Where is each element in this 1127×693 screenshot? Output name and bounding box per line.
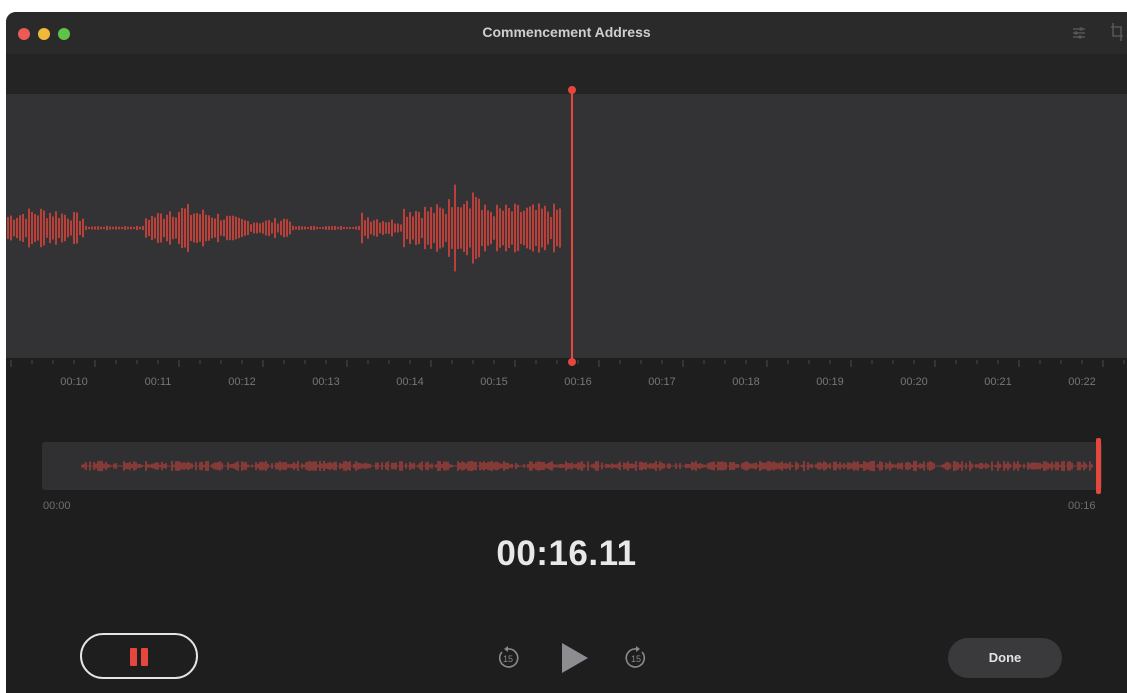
trim-icon[interactable] — [1110, 22, 1124, 42]
voice-memos-window: Commencement Address 00:10 00:11 00:12 00:1… — [6, 12, 1127, 693]
skip-forward-15-button[interactable]: 15 — [624, 646, 648, 675]
overview-end-label: 00:16 — [1068, 500, 1096, 512]
ruler-tick-label: 00:14 — [396, 376, 424, 388]
done-button[interactable]: Done — [948, 638, 1062, 678]
skip-forward-icon: 15 — [625, 646, 646, 668]
play-button[interactable] — [560, 642, 590, 679]
ruler-tick-label: 00:12 — [228, 376, 256, 388]
skip-back-icon: 15 — [498, 646, 519, 668]
ruler-tick-label: 00:20 — [900, 376, 928, 388]
sliders-icon[interactable] — [1072, 26, 1086, 40]
ruler-tick-label: 00:19 — [816, 376, 844, 388]
overview-scrubber[interactable] — [42, 438, 1102, 494]
ruler-tick-label: 00:16 — [564, 376, 592, 388]
playhead[interactable] — [566, 86, 578, 368]
ruler-tick-label: 00:11 — [144, 376, 172, 388]
skip-back-15-button[interactable]: 15 — [496, 646, 520, 675]
play-icon — [562, 643, 588, 673]
ruler-tick-label: 00:17 — [648, 376, 676, 388]
svg-text:15: 15 — [503, 654, 513, 664]
ruler-tick-label: 00:22 — [1068, 376, 1096, 388]
svg-text:15: 15 — [631, 654, 641, 664]
overview-waveform — [81, 460, 1093, 472]
ruler-tick-label: 00:18 — [732, 376, 760, 388]
title-bar: Commencement Address — [6, 12, 1127, 55]
overview-start-label: 00:00 — [43, 500, 71, 512]
pause-button[interactable] — [80, 633, 198, 679]
ruler-tick-label: 00:10 — [60, 376, 88, 388]
ruler-tick-label: 00:15 — [480, 376, 508, 388]
ruler-tick-label: 00:21 — [984, 376, 1012, 388]
ruler-tick-label: 00:13 — [312, 376, 340, 388]
overview-playhead[interactable] — [1096, 438, 1101, 494]
elapsed-time: 00:16.11 — [496, 534, 637, 573]
window-title: Commencement Address — [482, 24, 651, 40]
